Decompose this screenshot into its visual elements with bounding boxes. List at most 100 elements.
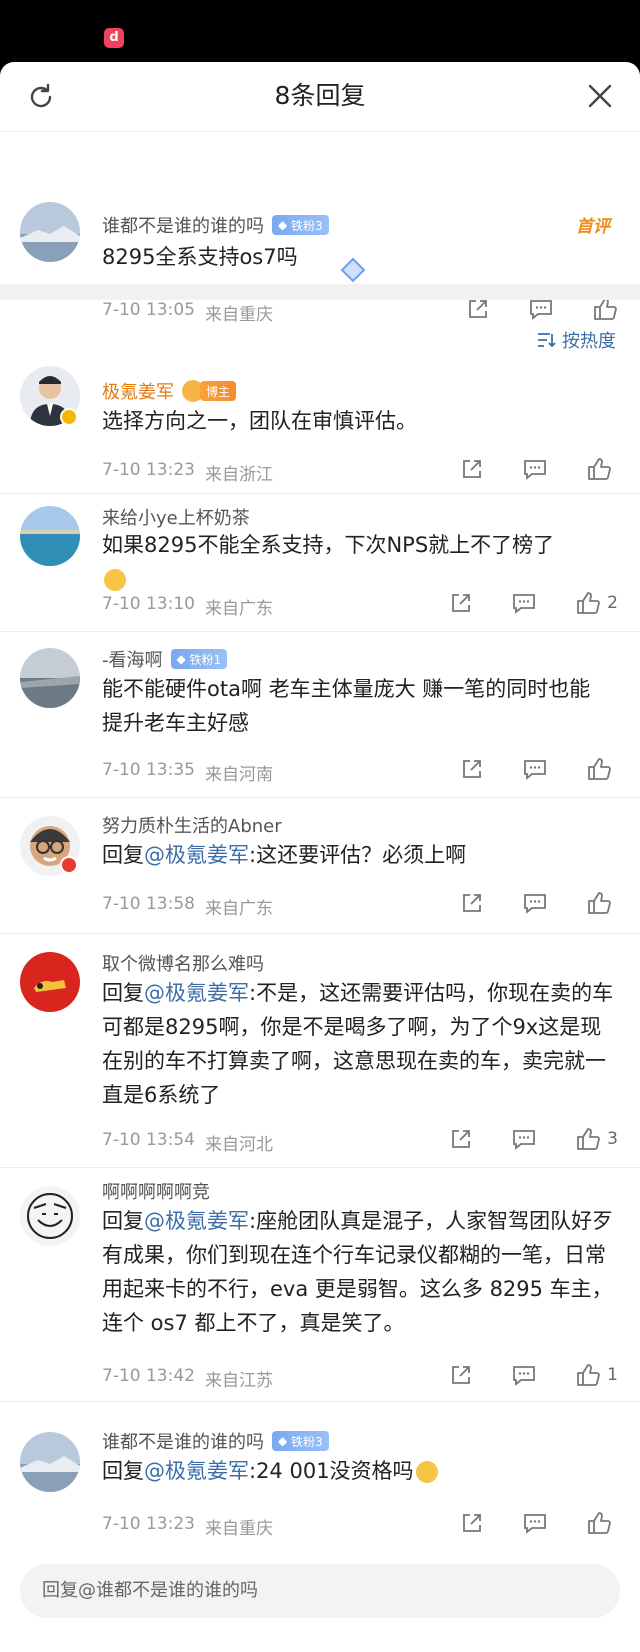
user-badge-icon: [60, 856, 78, 874]
thumbs-up-icon: [577, 1364, 601, 1386]
thumbs-up-icon: [577, 1128, 601, 1150]
share-icon: [463, 894, 481, 912]
like-button[interactable]: 2: [575, 590, 618, 616]
comment-location: 来自重庆: [204, 305, 273, 325]
reply-meta: 7-10 13:23 来自浙江: [102, 460, 273, 485]
share-button[interactable]: [449, 591, 473, 615]
reply-input[interactable]: 回复@谁都不是谁的谁的吗: [20, 1564, 620, 1618]
app-notification-icon: d: [104, 28, 124, 48]
share-button[interactable]: [460, 757, 484, 781]
comment-button[interactable]: [511, 591, 537, 615]
reply-author[interactable]: 极氪姜军: [102, 378, 174, 404]
like-button[interactable]: [586, 756, 618, 782]
avatar[interactable]: [20, 506, 80, 566]
mention-link[interactable]: @极氪姜军: [144, 981, 249, 1005]
like-button[interactable]: 1: [575, 1362, 618, 1388]
reply-author[interactable]: 取个微博名那么难吗: [102, 950, 264, 976]
comment-button[interactable]: [511, 1363, 537, 1387]
reply-item: 取个微博名那么难吗 回复@极氪姜军:不是，这还需要评估吗，你现在卖的车可都是82…: [0, 934, 640, 1168]
comment-button[interactable]: [528, 297, 554, 321]
reply-actions: 1: [411, 1362, 618, 1388]
avatar[interactable]: [20, 1432, 80, 1492]
comment-icon: [524, 760, 546, 780]
like-button[interactable]: [586, 456, 618, 482]
comment-author[interactable]: 谁都不是谁的谁的吗: [102, 212, 264, 238]
reply-meta: 7-10 13:58 来自广东: [102, 894, 273, 919]
reply-author[interactable]: 啊啊啊啊啊竞: [102, 1178, 210, 1204]
comment-icon: [524, 1514, 546, 1534]
comment-button[interactable]: [522, 1511, 548, 1535]
root-comment: 谁都不是谁的谁的吗 ◆ 铁粉3 首评 8295全系支持os7吗 7-10 13:…: [0, 132, 640, 325]
comment-icon: [513, 594, 536, 614]
mention-link[interactable]: @极氪姜军: [144, 1459, 249, 1483]
reply-actions: [422, 456, 618, 482]
mention-link[interactable]: @极氪姜军: [144, 843, 249, 867]
comment-button[interactable]: [522, 891, 548, 915]
avatar[interactable]: [20, 202, 80, 262]
close-icon[interactable]: [586, 82, 614, 110]
reply-meta: 7-10 13:42 来自江苏: [102, 1366, 273, 1391]
fan-badge: ◆ 铁粉3: [272, 1431, 329, 1451]
verified-badge-icon: [60, 408, 78, 426]
sheet-title: 8条回复: [274, 81, 366, 110]
like-button[interactable]: 3: [575, 1126, 618, 1152]
like-count: 1: [607, 1365, 618, 1385]
reply-author[interactable]: 谁都不是谁的谁的吗: [102, 1428, 264, 1454]
share-button[interactable]: [449, 1127, 473, 1151]
reply-text: 能不能硬件ota啊 老车主体量庞大 赚一笔的同时也能提升老车主好感: [102, 677, 591, 735]
reply-author-row: 努力质朴生活的Abner: [102, 812, 282, 838]
like-button[interactable]: [586, 1510, 618, 1536]
comment-button[interactable]: [522, 757, 548, 781]
reply-author-row: 啊啊啊啊啊竞: [102, 1178, 210, 1204]
comment-button[interactable]: [511, 1127, 537, 1151]
comment-author-row: 谁都不是谁的谁的吗 ◆ 铁粉3: [102, 212, 329, 238]
reply-text: 回复@极氪姜军:24 001没资格吗: [102, 1454, 622, 1488]
like-count: 2: [607, 593, 618, 613]
avatar[interactable]: [20, 952, 80, 1012]
sheet-header: 8条回复: [0, 62, 640, 132]
fan-badge: ◆ 铁粉1: [170, 649, 228, 669]
comment-button[interactable]: [522, 457, 548, 481]
sort-toggle[interactable]: 按热度: [536, 327, 616, 353]
reply-text: 回复@极氪姜军:这还要评估？必须上啊: [102, 843, 467, 867]
reply-item: 来给小ye上杯奶茶 如果8295不能全系支持，下次NPS就上不了榜了 7-10 …: [0, 494, 640, 632]
laugh-cry-emoji-icon: [104, 569, 126, 591]
comment-icon: [524, 460, 546, 480]
first-comment-badge: 首评: [576, 217, 610, 237]
mention-link[interactable]: @极氪姜军: [144, 1209, 249, 1233]
share-button[interactable]: [466, 297, 490, 321]
fan-badge: ◆ 铁粉3: [272, 215, 329, 235]
share-button[interactable]: [460, 1511, 484, 1535]
reply-actions: 3: [411, 1126, 618, 1152]
reply-author-row: 谁都不是谁的谁的吗 ◆ 铁粉3: [102, 1428, 329, 1454]
reply-actions: [422, 890, 618, 916]
share-icon: [469, 300, 487, 318]
reply-actions: [422, 756, 618, 782]
share-icon: [452, 1366, 471, 1384]
reply-item: -看海啊 ◆ 铁粉1 能不能硬件ota啊 老车主体量庞大 赚一笔的同时也能提升老…: [0, 632, 640, 798]
status-bar: d: [0, 0, 640, 62]
comment-meta: 7-10 13:05 来自重庆: [102, 300, 273, 325]
sort-icon: [538, 333, 556, 348]
share-button[interactable]: [449, 1363, 473, 1387]
reply-actions: [422, 1510, 618, 1536]
reply-author[interactable]: 努力质朴生活的Abner: [102, 812, 282, 838]
reply-author-row: 来给小ye上杯奶茶: [102, 504, 250, 530]
reply-text: 如果8295不能全系支持，下次NPS就上不了榜了: [102, 528, 622, 596]
reply-text: 回复@极氪姜军:座舱团队真是混子，人家智驾团队好歹有成果，你们到现在连个行车记录…: [102, 1209, 614, 1335]
avatar[interactable]: [20, 1186, 80, 1246]
reply-author[interactable]: -看海啊: [102, 646, 163, 672]
diamond-sticker-icon: [340, 257, 366, 283]
share-icon: [452, 1130, 471, 1148]
thumbs-up-icon: [588, 758, 611, 780]
reply-author-row: 极氪姜军 博主: [102, 378, 237, 404]
like-button[interactable]: [586, 890, 618, 916]
comment-time: 7-10 13:05: [102, 300, 195, 320]
reply-author[interactable]: 来给小ye上杯奶茶: [102, 504, 250, 530]
like-count: 3: [607, 1129, 618, 1149]
avatar[interactable]: [20, 648, 80, 708]
share-button[interactable]: [460, 457, 484, 481]
reply-item: 努力质朴生活的Abner 回复@极氪姜军:这还要评估？必须上啊 7-10 13:…: [0, 798, 640, 934]
replies-sheet: 8条回复 谁都不是谁的谁的吗 ◆ 铁粉3 首评 8295全系支持os7吗 7-1…: [0, 62, 640, 1652]
share-button[interactable]: [460, 891, 484, 915]
